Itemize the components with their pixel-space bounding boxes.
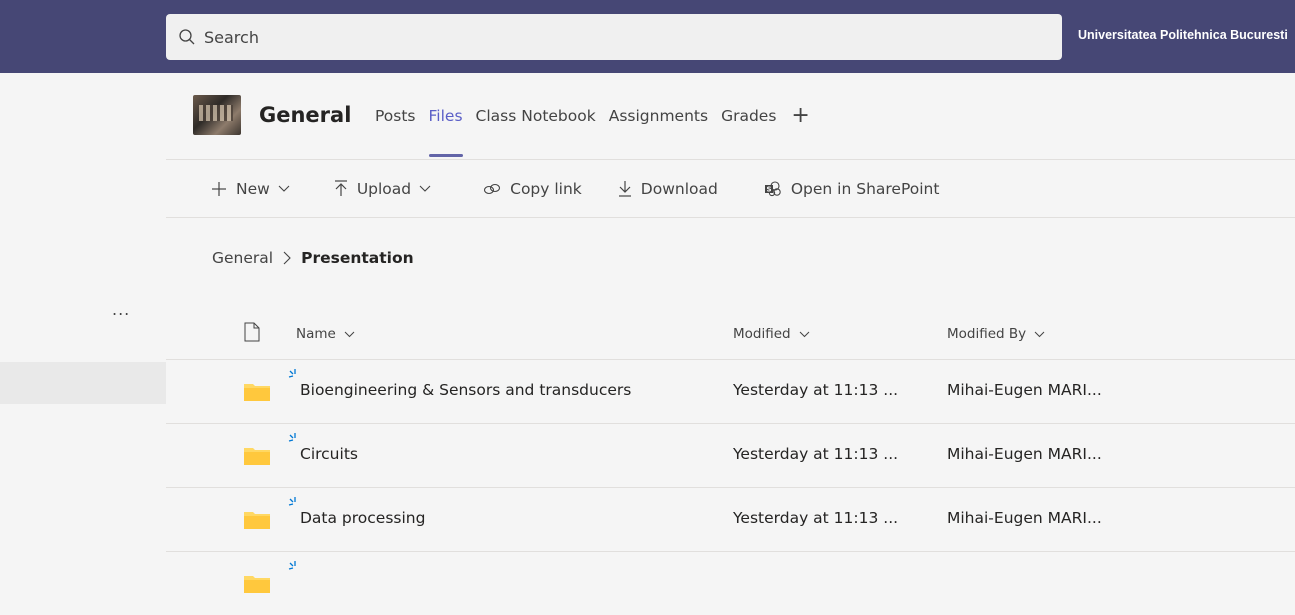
folder-icon bbox=[244, 384, 270, 401]
chevron-right-icon bbox=[283, 251, 291, 265]
files-toolbar: New Upload Copy link Download S Open in … bbox=[166, 160, 1295, 218]
file-modified-by: Mihai-Eugen MARI... bbox=[947, 445, 1102, 463]
new-button[interactable]: New bbox=[211, 180, 299, 198]
breadcrumb: General Presentation bbox=[212, 249, 414, 267]
open-in-sharepoint-button[interactable]: S Open in SharePoint bbox=[764, 179, 940, 198]
team-avatar bbox=[193, 95, 241, 135]
more-options-icon[interactable]: ... bbox=[112, 300, 130, 319]
new-item-icon bbox=[288, 433, 296, 442]
tab-files[interactable]: Files bbox=[428, 107, 463, 157]
tab-posts[interactable]: Posts bbox=[375, 107, 416, 125]
breadcrumb-current: Presentation bbox=[301, 249, 414, 267]
upload-label: Upload bbox=[356, 179, 412, 198]
tab-assignments[interactable]: Assignments bbox=[609, 107, 708, 125]
column-modified-by-label: Modified By bbox=[947, 326, 1027, 342]
tab-class-notebook[interactable]: Class Notebook bbox=[476, 107, 596, 125]
file-modified: Yesterday at 11:13 ... bbox=[733, 445, 899, 463]
file-modified-by: Mihai-Eugen MARI... bbox=[947, 509, 1102, 527]
upload-icon bbox=[334, 180, 347, 196]
new-item-icon bbox=[288, 561, 296, 570]
folder-icon bbox=[244, 448, 270, 465]
sharepoint-icon: S bbox=[764, 180, 781, 196]
file-type-icon[interactable] bbox=[244, 322, 260, 342]
file-modified-by: Mihai-Eugen MARI... bbox=[947, 381, 1102, 399]
left-rail bbox=[0, 73, 166, 573]
tab-bar: Posts Files Class Notebook Assignments G… bbox=[375, 105, 810, 157]
download-icon bbox=[618, 181, 631, 197]
chevron-down-icon bbox=[344, 331, 355, 338]
main-content: General Posts Files Class Notebook Assig… bbox=[166, 73, 1295, 593]
column-name-label: Name bbox=[296, 326, 336, 342]
copy-link-label: Copy link bbox=[510, 179, 582, 198]
chevron-down-icon bbox=[1035, 331, 1045, 338]
plus-icon bbox=[212, 181, 226, 196]
file-modified: Yesterday at 11:13 ... bbox=[733, 381, 899, 399]
svg-text:S: S bbox=[766, 185, 771, 193]
table-row[interactable]: Circuits Yesterday at 11:13 ... Mihai-Eu… bbox=[166, 424, 1295, 488]
file-name[interactable]: Circuits bbox=[300, 445, 358, 463]
chevron-down-icon bbox=[799, 331, 810, 338]
file-name[interactable]: Bioengineering & Sensors and transducers bbox=[300, 381, 631, 399]
channel-title: General bbox=[259, 103, 352, 127]
file-modified: Yesterday at 11:13 ... bbox=[733, 509, 899, 527]
breadcrumb-general[interactable]: General bbox=[212, 249, 273, 267]
column-name-header[interactable]: Name bbox=[296, 326, 355, 342]
download-label: Download bbox=[640, 179, 718, 198]
top-bar: Search Universitatea Politehnica Bucures… bbox=[0, 0, 1295, 73]
table-row[interactable]: Bioengineering & Sensors and transducers… bbox=[166, 360, 1295, 424]
folder-icon bbox=[244, 512, 270, 529]
column-modified-header[interactable]: Modified bbox=[733, 326, 810, 342]
open-in-sharepoint-label: Open in SharePoint bbox=[790, 179, 940, 198]
file-name[interactable]: Data processing bbox=[300, 509, 425, 527]
table-row[interactable] bbox=[166, 552, 1295, 615]
left-rail-selected-item[interactable] bbox=[0, 362, 166, 404]
folder-icon bbox=[244, 576, 270, 593]
column-modified-by-header[interactable]: Modified By bbox=[947, 326, 1045, 342]
search-icon bbox=[179, 29, 195, 45]
table-row[interactable]: Data processing Yesterday at 11:13 ... M… bbox=[166, 488, 1295, 552]
org-name[interactable]: Universitatea Politehnica Bucuresti bbox=[1078, 28, 1288, 42]
chevron-down-icon bbox=[278, 185, 290, 192]
search-box[interactable]: Search bbox=[166, 14, 1062, 60]
column-modified-label: Modified bbox=[733, 326, 791, 342]
column-header-row: Name Modified Modified By bbox=[166, 309, 1295, 360]
channel-header: General Posts Files Class Notebook Assig… bbox=[166, 73, 1295, 160]
add-tab-button[interactable]: + bbox=[791, 105, 809, 127]
download-button[interactable]: Download bbox=[618, 180, 718, 198]
link-icon bbox=[484, 183, 501, 194]
copy-link-button[interactable]: Copy link bbox=[483, 180, 582, 198]
search-placeholder: Search bbox=[204, 27, 259, 47]
upload-button[interactable]: Upload bbox=[334, 180, 440, 198]
tab-grades[interactable]: Grades bbox=[721, 107, 776, 125]
chevron-down-icon bbox=[419, 185, 431, 192]
new-item-icon bbox=[288, 369, 296, 378]
new-item-icon bbox=[288, 497, 296, 506]
new-label: New bbox=[236, 179, 270, 198]
